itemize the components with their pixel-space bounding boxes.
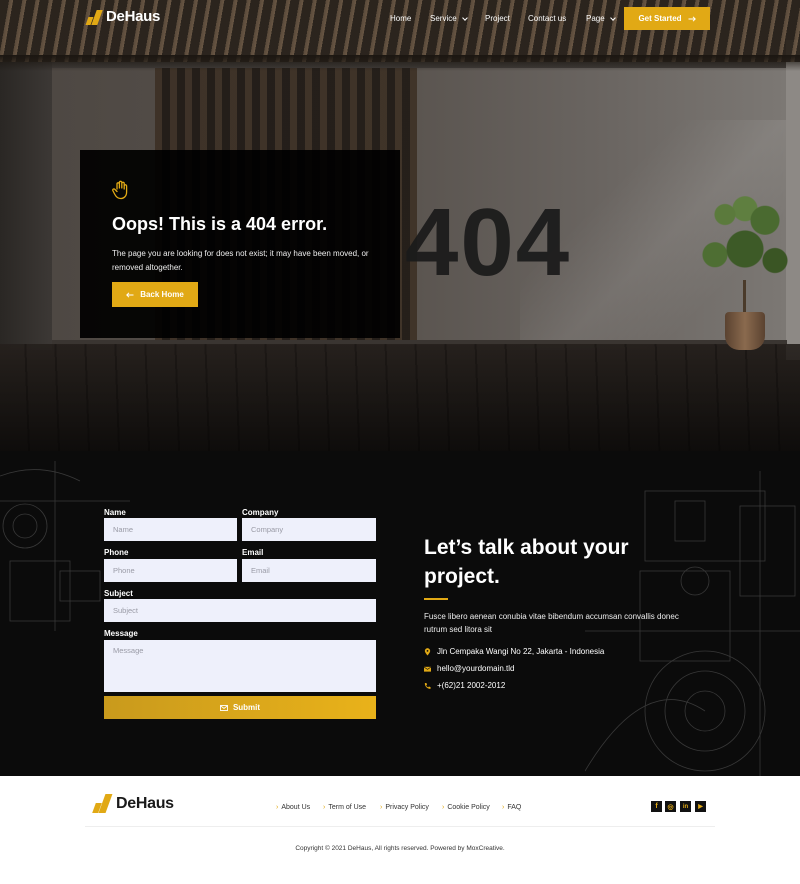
footer-link-label: Privacy Policy: [385, 804, 429, 811]
error-description: The page you are looking for does not ex…: [112, 249, 369, 272]
envelope-icon: [424, 666, 431, 672]
footer: DeHaus › About Us › Term of Use › Privacy P…: [0, 776, 800, 884]
nav-service[interactable]: Service: [430, 14, 468, 23]
arrow-left-icon: [126, 291, 134, 298]
subject-label: Subject: [104, 589, 133, 598]
email-label: Email: [242, 548, 264, 557]
nav-contact-label: Contact us: [528, 14, 567, 23]
back-home-button[interactable]: Back Home: [112, 282, 198, 307]
phone-row: +(62)21 2002-2012: [424, 681, 505, 690]
name-label: Name: [104, 508, 126, 517]
potted-plant: [695, 180, 795, 355]
bullet-icon: ›: [380, 804, 383, 811]
contact-description: Fusce libero aenean conubia vitae bibend…: [424, 612, 679, 634]
phone-icon: [424, 682, 431, 689]
email-text[interactable]: hello@yourdomain.tld: [437, 664, 515, 673]
footer-link-cookie[interactable]: › Cookie Policy: [442, 804, 490, 811]
chevron-down-icon: [609, 14, 616, 21]
logo-mark-icon: [85, 9, 103, 25]
company-label: Company: [242, 508, 279, 517]
copyright-text: Copyright © 2021 DeHaus, All rights rese…: [295, 845, 505, 852]
youtube-icon[interactable]: ▶: [695, 801, 706, 812]
nav-home-label: Home: [390, 14, 412, 23]
message-label: Message: [104, 629, 138, 638]
contact-section: Name Name Company Company Phone Phone Em…: [0, 451, 800, 776]
footer-link-label: About Us: [281, 804, 311, 811]
address-row: Jln Cempaka Wangi No 22, Jakarta - Indon…: [424, 647, 604, 656]
bullet-icon: ›: [442, 804, 445, 811]
address-text: Jln Cempaka Wangi No 22, Jakarta - Indon…: [437, 647, 605, 656]
left-wall: [0, 50, 52, 350]
message-textarea[interactable]: Message: [104, 640, 376, 692]
facebook-icon[interactable]: f: [651, 801, 662, 812]
subject-input[interactable]: Subject: [104, 599, 376, 622]
bullet-icon: ›: [276, 804, 279, 811]
back-home-label: Back Home: [140, 290, 184, 299]
footer-link-faq[interactable]: › FAQ: [502, 804, 521, 811]
footer-link-terms[interactable]: › Term of Use: [323, 804, 366, 811]
ceiling-shadow: [0, 55, 800, 71]
logo-mark-icon: [91, 794, 113, 813]
bullet-icon: ›: [323, 804, 326, 811]
floor-shade: [0, 344, 800, 451]
map-pin-icon: [424, 647, 431, 656]
nav-page[interactable]: Page: [586, 14, 616, 23]
footer-divider: [85, 826, 715, 827]
submit-label: Submit: [232, 703, 261, 712]
footer-logo-text: DeHaus: [116, 794, 174, 812]
plant-leaves: [695, 180, 795, 295]
footer-link-about[interactable]: › About Us: [276, 804, 310, 811]
error-title: Oops! This is a 404 error.: [112, 214, 328, 234]
error-panel: Oops! This is a 404 error. The page you …: [80, 150, 400, 338]
chevron-down-icon: [461, 14, 468, 21]
nav-home[interactable]: Home: [390, 14, 411, 23]
nav-contact[interactable]: Contact us: [528, 14, 566, 23]
nav-project[interactable]: Project: [485, 14, 510, 23]
nav-page-label: Page: [586, 14, 605, 23]
hero-section: 404 Oops! This is a 404 error. The page …: [0, 0, 800, 451]
instagram-icon[interactable]: ◎: [665, 801, 676, 812]
get-started-button[interactable]: Get Started: [624, 7, 710, 30]
email-input[interactable]: Email: [242, 559, 376, 582]
phone-input[interactable]: Phone: [104, 559, 237, 582]
footer-link-privacy[interactable]: › Privacy Policy: [380, 804, 429, 811]
bullet-icon: ›: [502, 804, 505, 811]
name-input[interactable]: Name: [104, 518, 237, 541]
submit-button[interactable]: Submit: [104, 696, 376, 719]
email-row: hello@yourdomain.tld: [424, 664, 515, 673]
arrow-right-icon: [688, 15, 696, 22]
footer-logo[interactable]: DeHaus: [91, 794, 174, 813]
get-started-label: Get Started: [638, 14, 682, 23]
footer-link-label: FAQ: [507, 804, 522, 811]
footer-link-label: Cookie Policy: [447, 804, 490, 811]
logo[interactable]: DeHaus: [85, 8, 160, 25]
error-code-display: 404: [405, 189, 572, 296]
contact-title: Let’s talk about your project.: [424, 536, 629, 588]
phone-text[interactable]: +(62)21 2002-2012: [437, 681, 505, 690]
top-navbar: DeHaus Home Service Project Contact us P…: [0, 0, 800, 40]
logo-text: DeHaus: [106, 8, 161, 25]
linkedin-icon[interactable]: in: [680, 801, 691, 812]
nav-project-label: Project: [485, 14, 510, 23]
envelope-icon: [219, 704, 228, 711]
hand-icon: [112, 180, 128, 200]
phone-label: Phone: [104, 548, 129, 557]
title-underline: [424, 598, 448, 600]
company-input[interactable]: Company: [242, 518, 376, 541]
footer-link-label: Term of Use: [328, 804, 367, 811]
nav-service-label: Service: [430, 14, 457, 23]
plant-pot: [725, 312, 765, 350]
